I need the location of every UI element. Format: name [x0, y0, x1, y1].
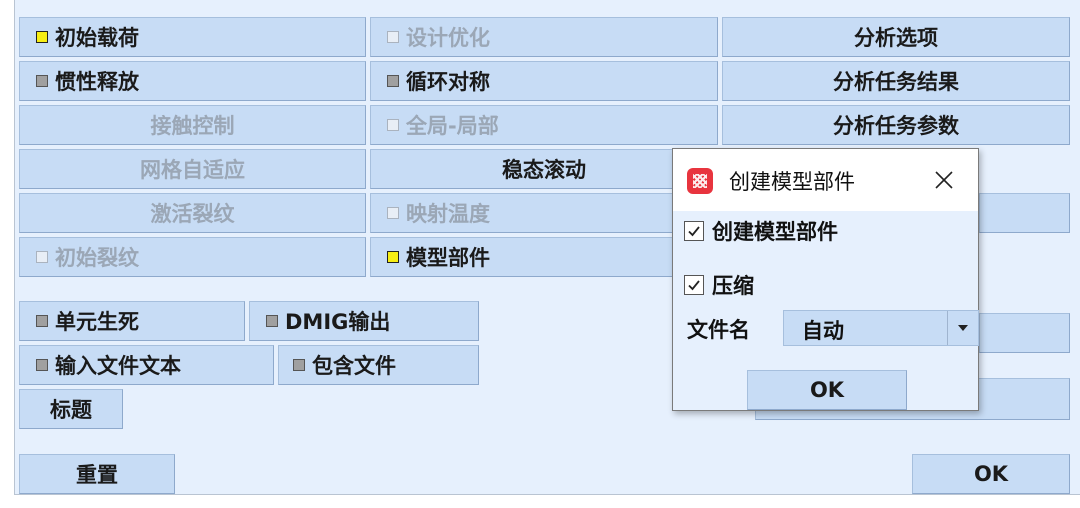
dialog-ok-label: OK	[809, 378, 845, 402]
create-model-part-dialog: 创建模型部件 创建模型部件 压缩 文件名 自动 OK	[672, 148, 979, 411]
close-icon[interactable]	[931, 167, 957, 193]
cyclic-symmetry-label: 循环对称	[406, 70, 490, 94]
analysis-task-params-label: 分析任务参数	[833, 114, 959, 138]
dmig-output-label: DMIG输出	[285, 310, 391, 334]
input-file-text-label: 输入文件文本	[55, 354, 181, 378]
map-temperature-label: 映射温度	[406, 202, 490, 226]
filename-value: 自动	[802, 319, 844, 343]
analysis-options-button[interactable]: 分析选项	[722, 17, 1070, 57]
model-part-button[interactable]: 模型部件	[370, 237, 718, 277]
global-local-button[interactable]: 全局-局部	[370, 105, 718, 145]
contact-control-label: 接触控制	[150, 114, 235, 138]
reset-button[interactable]: 重置	[19, 454, 175, 494]
analysis-options-label: 分析选项	[854, 26, 938, 50]
cyclic-symmetry-button[interactable]: 循环对称	[370, 61, 718, 101]
include-file-button[interactable]: 包含文件	[278, 345, 479, 385]
indicator-off-icon	[36, 75, 48, 87]
ok-label: OK	[973, 462, 1009, 486]
compress-checkbox[interactable]	[684, 275, 704, 295]
hidden-button-right-row7[interactable]	[979, 313, 1070, 353]
title-button[interactable]: 标题	[19, 389, 123, 429]
indicator-off-icon	[36, 315, 48, 327]
app-icon	[687, 168, 713, 194]
indicator-off-icon	[36, 359, 48, 371]
design-optimization-label: 设计优化	[406, 26, 490, 50]
activate-crack-label: 激活裂纹	[150, 202, 235, 226]
analysis-task-results-label: 分析任务结果	[833, 70, 959, 94]
create-model-part-row[interactable]: 创建模型部件	[684, 216, 838, 246]
mesh-adaptive-button[interactable]: 网格自适应	[19, 149, 366, 189]
model-part-label: 模型部件	[406, 246, 490, 270]
input-file-text-button[interactable]: 输入文件文本	[19, 345, 274, 385]
activate-crack-button[interactable]: 激活裂纹	[19, 193, 366, 233]
indicator-off-icon	[387, 75, 399, 87]
analysis-task-results-button[interactable]: 分析任务结果	[722, 61, 1070, 101]
dialog-title-bar: 创建模型部件	[673, 149, 978, 211]
indicator-disabled-icon	[387, 31, 399, 43]
dialog-title: 创建模型部件	[729, 170, 855, 194]
dmig-output-button[interactable]: DMIG输出	[249, 301, 479, 341]
indicator-on-icon	[36, 31, 48, 43]
create-model-part-checkbox[interactable]	[684, 221, 704, 241]
element-birth-death-button[interactable]: 单元生死	[19, 301, 245, 341]
element-birth-death-label: 单元生死	[55, 310, 139, 334]
initial-crack-label: 初始裂纹	[55, 246, 139, 270]
indicator-off-icon	[266, 315, 278, 327]
title-label: 标题	[50, 398, 92, 422]
indicator-disabled-icon	[36, 251, 48, 263]
global-local-label: 全局-局部	[406, 114, 499, 138]
inertia-relief-label: 惯性释放	[55, 70, 139, 94]
indicator-on-icon	[387, 251, 399, 263]
filename-select[interactable]: 自动	[783, 310, 979, 346]
dialog-ok-button[interactable]: OK	[747, 370, 907, 410]
dropdown-arrow-icon[interactable]	[947, 311, 978, 345]
ok-button[interactable]: OK	[912, 454, 1070, 494]
steady-rolling-button[interactable]: 稳态滚动	[370, 149, 718, 189]
indicator-disabled-icon	[387, 207, 399, 219]
hidden-button-right-row5[interactable]	[979, 193, 1070, 233]
indicator-disabled-icon	[387, 119, 399, 131]
design-optimization-button[interactable]: 设计优化	[370, 17, 718, 57]
indicator-off-icon	[293, 359, 305, 371]
initial-load-button[interactable]: 初始载荷	[19, 17, 366, 57]
mesh-adaptive-label: 网格自适应	[140, 158, 245, 182]
create-model-part-label: 创建模型部件	[712, 220, 838, 244]
initial-crack-button[interactable]: 初始裂纹	[19, 237, 366, 277]
contact-control-button[interactable]: 接触控制	[19, 105, 366, 145]
include-file-label: 包含文件	[312, 354, 396, 378]
steady-rolling-label: 稳态滚动	[502, 158, 586, 182]
reset-label: 重置	[76, 463, 118, 487]
filename-label: 文件名	[687, 318, 750, 342]
map-temperature-button[interactable]: 映射温度	[370, 193, 718, 233]
compress-row[interactable]: 压缩	[684, 270, 754, 300]
initial-load-label: 初始载荷	[55, 26, 139, 50]
compress-label: 压缩	[712, 274, 754, 298]
analysis-task-params-button[interactable]: 分析任务参数	[722, 105, 1070, 145]
inertia-relief-button[interactable]: 惯性释放	[19, 61, 366, 101]
